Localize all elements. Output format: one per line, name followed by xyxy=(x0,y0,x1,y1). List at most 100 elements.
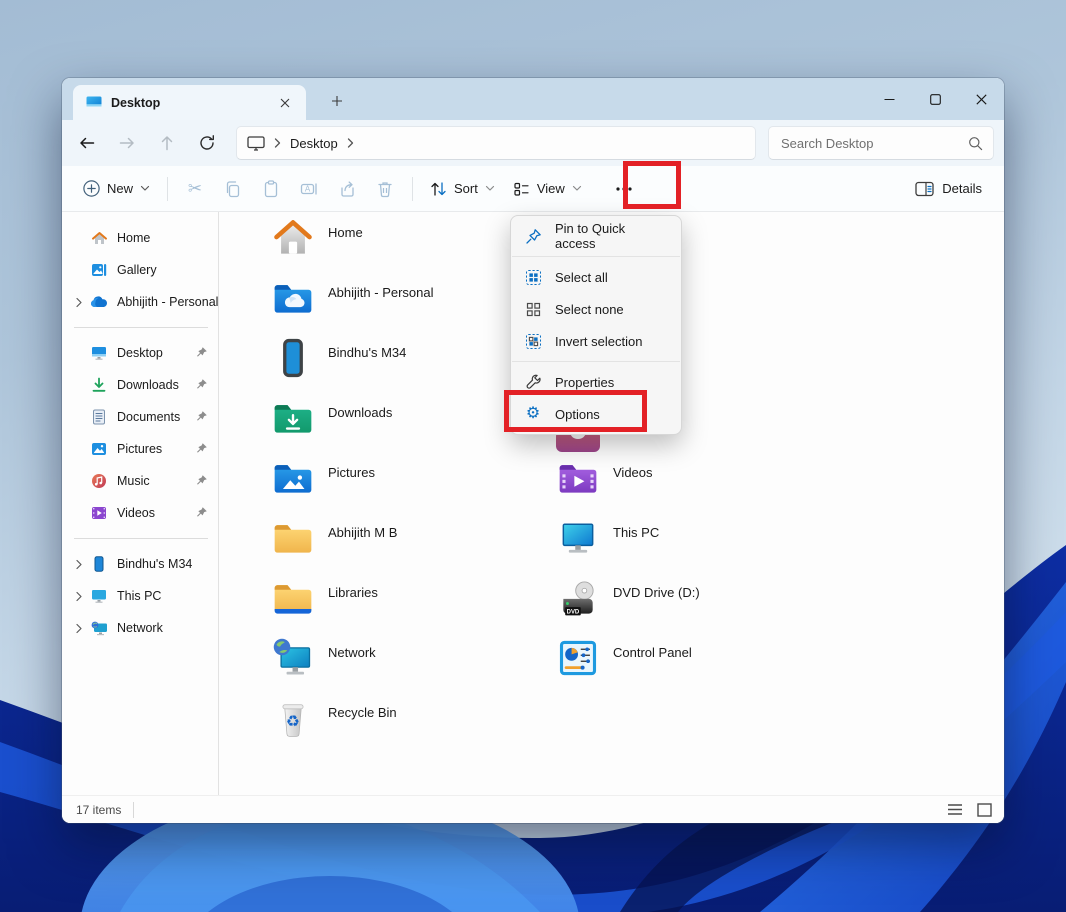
sidebar-item-gallery[interactable]: Gallery xyxy=(66,254,214,286)
svg-text:A: A xyxy=(305,184,311,193)
list-view-toggle[interactable] xyxy=(947,803,963,816)
svg-text:♻: ♻ xyxy=(286,713,300,731)
file-item-libraries[interactable]: Libraries xyxy=(271,576,378,620)
maximize-button[interactable] xyxy=(912,78,958,120)
file-item-folder[interactable]: Abhijith M B xyxy=(271,516,397,560)
back-button[interactable] xyxy=(68,125,106,161)
pin-icon xyxy=(195,346,208,359)
tab-desktop[interactable]: Desktop xyxy=(73,85,306,120)
details-button-label: Details xyxy=(942,181,982,196)
pin-icon xyxy=(524,227,542,245)
menu-item-select-all[interactable]: Select all xyxy=(511,261,681,293)
dvd-badge: DVD xyxy=(567,610,580,616)
menu-item-label: Properties xyxy=(555,375,614,390)
expand-chevron-icon[interactable] xyxy=(68,559,90,570)
expand-chevron-icon[interactable] xyxy=(68,591,90,602)
delete-button[interactable] xyxy=(366,172,404,206)
sidebar-item-network[interactable]: Network xyxy=(66,612,214,644)
cut-icon: ✂ xyxy=(188,179,202,199)
tab-close-button[interactable] xyxy=(274,92,296,114)
view-icon xyxy=(513,181,530,197)
expand-chevron-icon[interactable] xyxy=(68,297,90,308)
rename-button[interactable]: A xyxy=(290,172,328,206)
options-icon: ⚙ xyxy=(524,405,542,423)
up-button[interactable] xyxy=(148,125,186,161)
gallery-icon xyxy=(90,261,108,279)
file-item-control-panel[interactable]: Control Panel xyxy=(556,636,692,680)
menu-item-pin-to-quick-access[interactable]: Pin to Quick access xyxy=(511,220,681,252)
large-icons-view-icon xyxy=(977,803,992,817)
search-box[interactable] xyxy=(768,126,994,160)
breadcrumb[interactable]: Desktop xyxy=(290,136,338,151)
view-button[interactable]: View xyxy=(504,172,591,206)
file-item-this-pc[interactable]: This PC xyxy=(556,516,659,560)
pin-icon xyxy=(195,410,208,423)
chevron-right-icon[interactable] xyxy=(273,137,282,149)
music-icon xyxy=(90,472,108,490)
new-tab-button[interactable] xyxy=(322,86,352,116)
file-item-home[interactable]: Home xyxy=(271,216,363,260)
onedrive-folder-icon xyxy=(271,276,315,320)
paste-button[interactable] xyxy=(252,172,290,206)
dvd-drive-icon: DVD xyxy=(556,576,600,620)
trash-icon xyxy=(376,180,394,198)
sidebar-item-onedrive[interactable]: Abhijith - Personal xyxy=(66,286,214,318)
see-more-button[interactable] xyxy=(605,172,643,206)
file-item-recycle-bin[interactable]: ♻ Recycle Bin xyxy=(271,696,397,740)
sidebar-item-downloads[interactable]: Downloads xyxy=(66,369,214,401)
cut-button[interactable]: ✂ xyxy=(176,172,214,206)
file-item-downloads[interactable]: Downloads xyxy=(271,396,392,440)
menu-item-properties[interactable]: Properties xyxy=(511,366,681,398)
select-none-icon xyxy=(524,300,542,318)
file-item-pictures[interactable]: Pictures xyxy=(271,456,375,500)
sidebar-item-music[interactable]: Music xyxy=(66,465,214,497)
new-button[interactable]: New xyxy=(74,172,159,206)
file-item-videos[interactable]: Videos xyxy=(556,456,653,500)
close-window-button[interactable] xyxy=(958,78,1004,120)
file-item-phone[interactable]: Bindhu's M34 xyxy=(271,336,406,380)
sidebar-item-videos[interactable]: Videos xyxy=(66,497,214,529)
menu-item-invert-selection[interactable]: Invert selection xyxy=(511,325,681,357)
menu-item-label: Options xyxy=(555,407,600,422)
chevron-right-icon[interactable] xyxy=(346,137,355,149)
file-item-dvd-drive[interactable]: DVD DVD Drive (D:) xyxy=(556,576,700,620)
search-input[interactable] xyxy=(781,136,968,151)
menu-separator xyxy=(512,256,680,257)
address-bar[interactable]: Desktop xyxy=(236,126,756,160)
toolbar-divider xyxy=(412,177,413,201)
sidebar-item-phone[interactable]: Bindhu's M34 xyxy=(66,548,214,580)
expand-chevron-icon[interactable] xyxy=(68,623,90,634)
toolbar-divider xyxy=(167,177,168,201)
this-pc-icon xyxy=(556,516,600,560)
arrow-up-icon xyxy=(158,134,176,152)
details-pane-icon xyxy=(915,181,934,197)
sidebar-item-documents[interactable]: Documents xyxy=(66,401,214,433)
menu-item-options[interactable]: ⚙ Options xyxy=(511,398,681,430)
chevron-down-icon xyxy=(140,185,150,192)
sidebar-item-this-pc[interactable]: This PC xyxy=(66,580,214,612)
sidebar-item-desktop[interactable]: Desktop xyxy=(66,337,214,369)
large-icons-view-toggle[interactable] xyxy=(977,803,992,817)
gear-icon: ⚙ xyxy=(526,406,540,422)
pictures-icon xyxy=(90,440,108,458)
see-more-icon xyxy=(615,186,633,192)
details-pane-button[interactable]: Details xyxy=(907,172,990,206)
network-icon xyxy=(271,636,315,680)
menu-separator xyxy=(512,361,680,362)
sidebar-item-pictures[interactable]: Pictures xyxy=(66,433,214,465)
menu-item-select-none[interactable]: Select none xyxy=(511,293,681,325)
sort-button[interactable]: Sort xyxy=(421,172,504,206)
minimize-button[interactable] xyxy=(866,78,912,120)
desktop-tab-icon xyxy=(86,96,102,109)
title-bar[interactable]: Desktop xyxy=(62,78,1004,120)
partially-hidden-music-folder-icon[interactable] xyxy=(556,433,600,452)
file-item-onedrive[interactable]: Abhijith - Personal xyxy=(271,276,434,320)
refresh-button[interactable] xyxy=(188,125,226,161)
navigation-pane: Home Gallery xyxy=(62,212,218,795)
file-item-network[interactable]: Network xyxy=(271,636,376,680)
sidebar-item-home[interactable]: Home xyxy=(66,222,214,254)
copy-button[interactable] xyxy=(214,172,252,206)
folder-icon xyxy=(271,516,315,560)
share-button[interactable] xyxy=(328,172,366,206)
forward-button[interactable] xyxy=(108,125,146,161)
